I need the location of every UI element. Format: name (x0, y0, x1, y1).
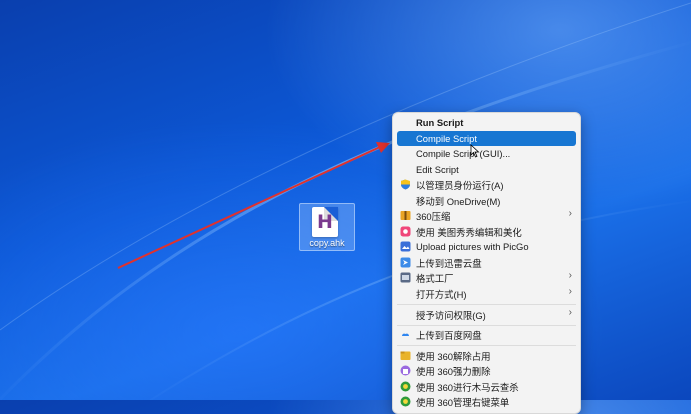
file-name-label: copy.ahk (309, 238, 345, 248)
picgo-icon (400, 241, 411, 252)
chevron-right-icon: › (568, 208, 572, 219)
menu-separator (397, 304, 576, 305)
chevron-right-icon: › (568, 270, 572, 281)
desktop-file-icon[interactable]: H copy.ahk (299, 203, 355, 251)
360-unlock-icon (400, 350, 411, 361)
meitu-icon (400, 226, 411, 237)
chevron-right-icon: › (568, 286, 572, 297)
menu-item-picgo[interactable]: Upload pictures with PicGo (397, 239, 576, 254)
mouse-cursor-icon (470, 144, 480, 158)
menu-item-format-factory[interactable]: 格式工厂 › (397, 270, 576, 285)
menu-item-run-script[interactable]: Run Script (397, 115, 576, 130)
chevron-right-icon: › (568, 307, 572, 318)
menu-item-edit-script[interactable]: Edit Script (397, 162, 576, 177)
desktop: H copy.ahk (0, 0, 691, 400)
menu-item-compile-script[interactable]: Compile Script (397, 131, 576, 146)
menu-item-baidu-netdisk[interactable]: 上传到百度网盘 (397, 327, 576, 342)
360zip-icon (400, 210, 411, 221)
360-menu-icon (400, 396, 411, 407)
menu-item-360-unlock[interactable]: 使用 360解除占用 (397, 348, 576, 363)
menu-separator (397, 325, 576, 326)
menu-separator (397, 345, 576, 346)
menu-item-360-menu[interactable]: 使用 360管理右键菜单 (397, 394, 576, 409)
menu-item-move-to-onedrive[interactable]: 移动到 OneDrive(M) (397, 193, 576, 208)
format-factory-icon (400, 272, 411, 283)
menu-item-open-with[interactable]: 打开方式(H) › (397, 286, 576, 301)
baidu-netdisk-icon (400, 329, 411, 340)
360-delete-icon (400, 365, 411, 376)
wallpaper-swoosh (0, 2, 691, 400)
xunlei-icon (400, 257, 411, 268)
menu-item-xunlei[interactable]: 上传到迅雷云盘 (397, 255, 576, 270)
menu-item-grant-access[interactable]: 授予访问权限(G) › (397, 307, 576, 322)
uac-shield-icon (400, 179, 411, 190)
menu-item-run-as-admin[interactable]: 以管理员身份运行(A) (397, 177, 576, 192)
menu-item-360-scan[interactable]: 使用 360进行木马云查杀 (397, 379, 576, 394)
menu-item-meitu[interactable]: 使用 美图秀秀编辑和美化 (397, 224, 576, 239)
menu-item-360zip[interactable]: 360压缩 › (397, 208, 576, 223)
context-menu: Run Script Compile Script Compile Script… (392, 112, 581, 414)
menu-item-360-delete[interactable]: 使用 360强力删除 (397, 363, 576, 378)
menu-item-compile-script-gui[interactable]: Compile Script (GUI)... (397, 146, 576, 161)
360-scan-icon (400, 381, 411, 392)
ahk-file-icon: H (312, 207, 338, 237)
